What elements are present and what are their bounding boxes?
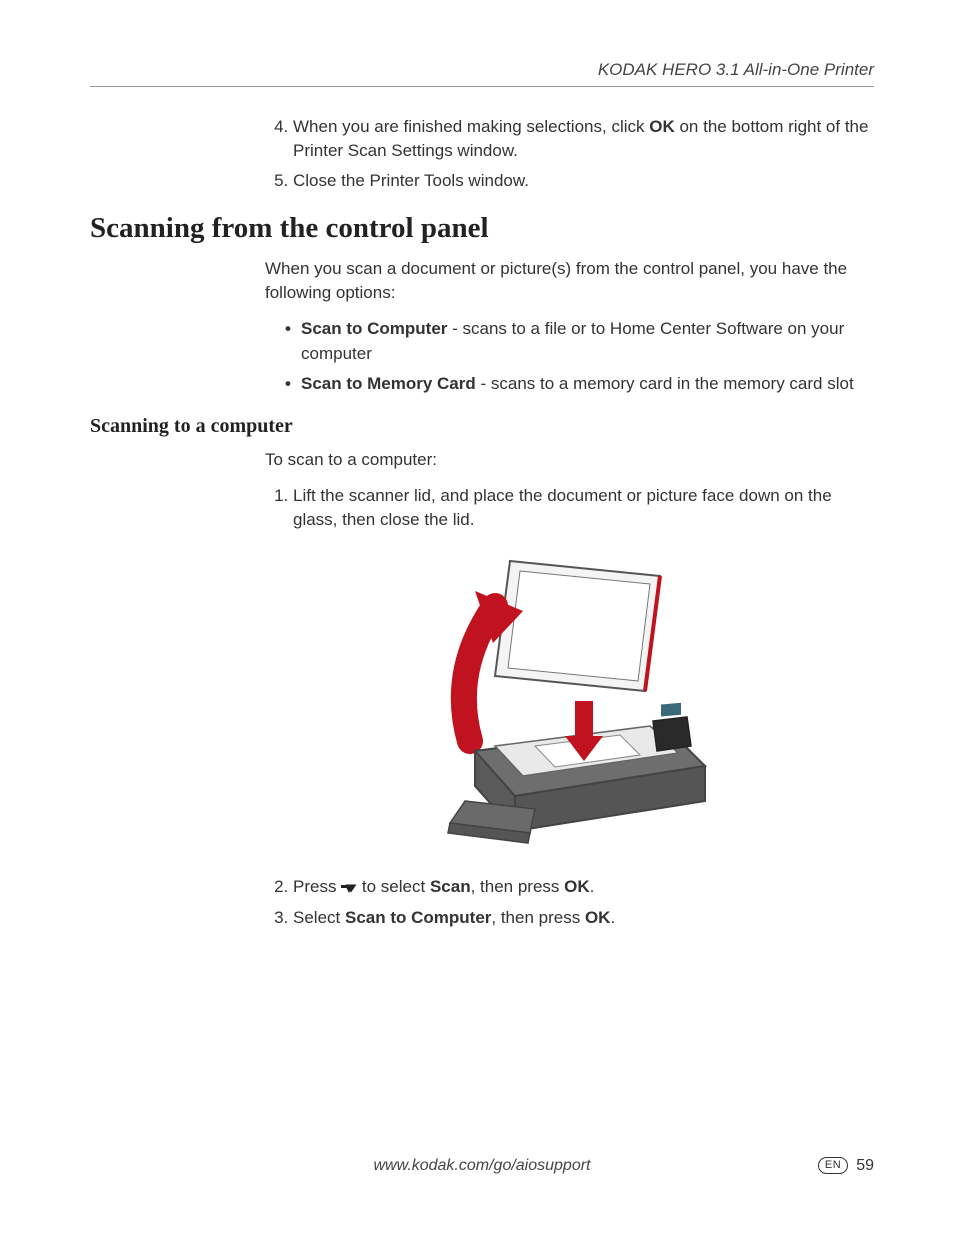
page-footer: www.kodak.com/go/aiosupport EN 59 [90, 1157, 874, 1175]
option-scan-to-memory-card: Scan to Memory Card - scans to a memory … [285, 372, 874, 397]
scan-steps-list: Lift the scanner lid, and place the docu… [265, 484, 874, 532]
scan-step-1: Lift the scanner lid, and place the docu… [293, 484, 874, 532]
subsection-intro: To scan to a computer: [265, 448, 874, 472]
subsection-body: To scan to a computer: Lift the scanner … [265, 448, 874, 930]
scan-steps-list-cont: Press to select Scan, then press OK. Sel… [265, 875, 874, 929]
option-scan-to-computer: Scan to Computer - scans to a file or to… [285, 317, 874, 366]
footer-page-info: EN 59 [818, 1157, 874, 1175]
scanner-lid-open [495, 561, 660, 691]
section-intro: When you scan a document or picture(s) f… [265, 257, 874, 305]
printer-lift-lid-illustration [415, 551, 725, 861]
section-body: When you scan a document or picture(s) f… [265, 257, 874, 397]
section-heading: Scanning from the control panel [90, 212, 874, 245]
language-badge: EN [818, 1157, 848, 1174]
scan-step-2: Press to select Scan, then press OK. [293, 875, 874, 899]
page-header: KODAK HERO 3.1 All-in-One Printer [90, 60, 874, 87]
step-5: Close the Printer Tools window. [293, 169, 874, 193]
support-url: www.kodak.com/go/aiosupport [90, 1157, 874, 1175]
page-number: 59 [856, 1157, 874, 1174]
manual-page: KODAK HERO 3.1 All-in-One Printer When y… [0, 0, 954, 1235]
scan-step-3: Select Scan to Computer, then press OK. [293, 906, 874, 930]
options-list: Scan to Computer - scans to a file or to… [265, 317, 874, 397]
top-ordered-list: When you are finished making selections,… [265, 115, 874, 192]
continuation-steps-block: When you are finished making selections,… [265, 115, 874, 192]
step-4: When you are finished making selections,… [293, 115, 874, 163]
subsection-heading: Scanning to a computer [90, 415, 874, 438]
down-arrow-icon [341, 876, 357, 900]
product-title: KODAK HERO 3.1 All-in-One Printer [598, 60, 874, 79]
